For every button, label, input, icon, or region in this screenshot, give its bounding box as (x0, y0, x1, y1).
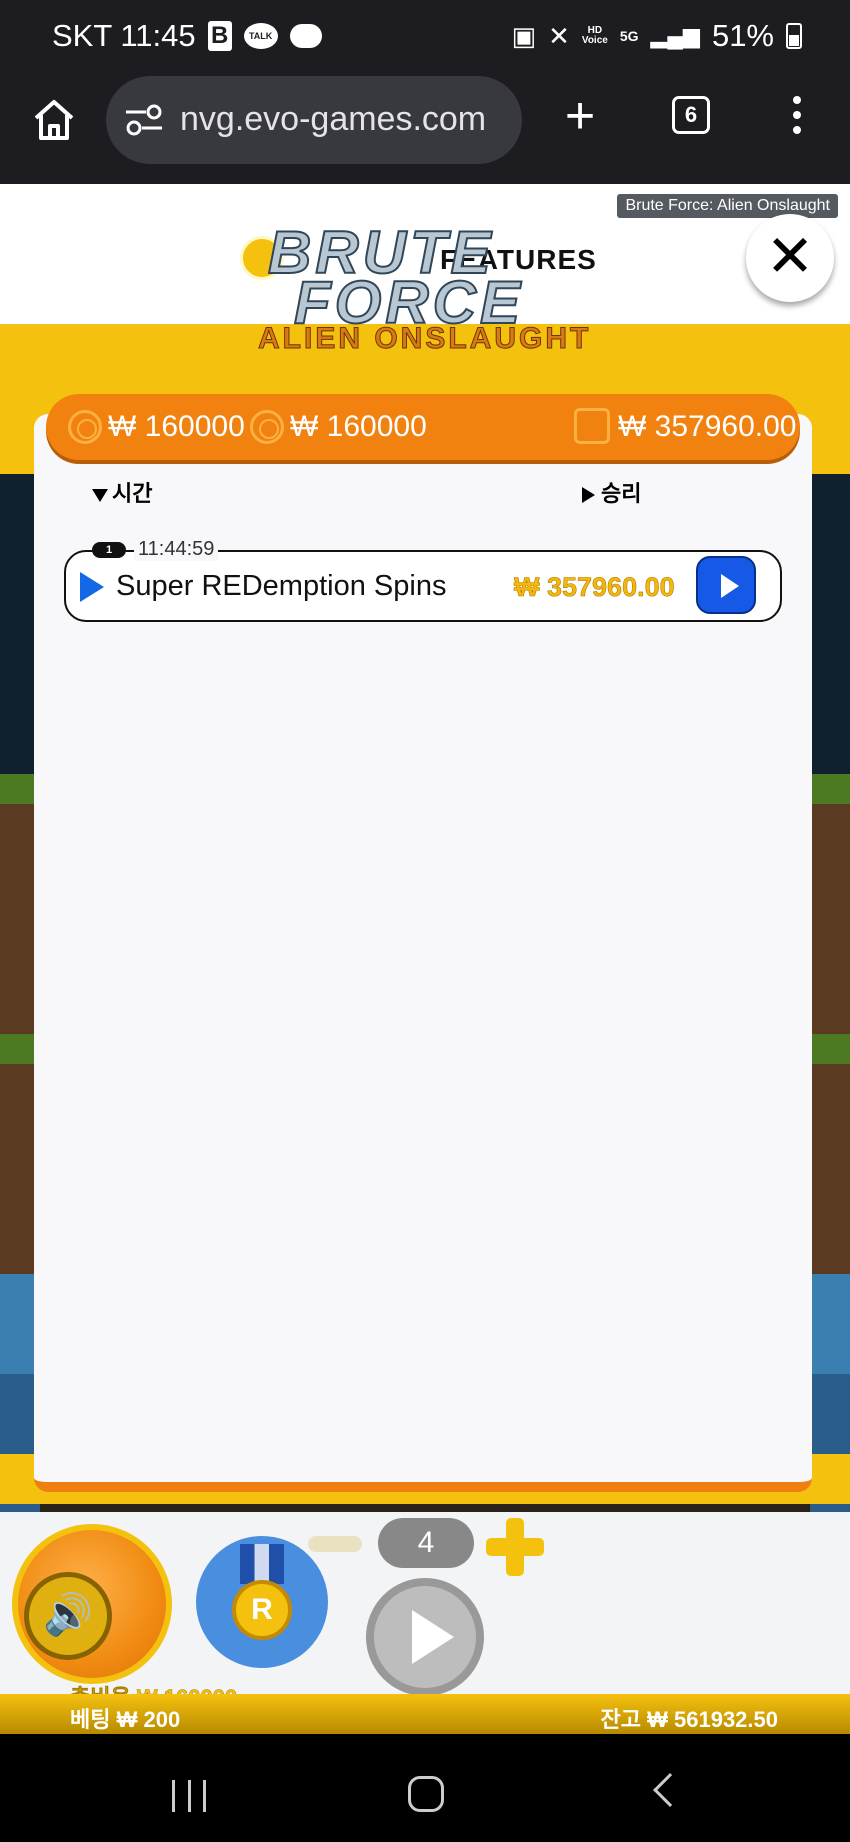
coin-icon (250, 410, 284, 444)
row-index-badge: 1 (92, 542, 126, 558)
browser-toolbar: nvg.evo-games.com + 6 (0, 76, 850, 184)
medal-icon[interactable]: R (196, 1536, 328, 1668)
home-nav-icon[interactable] (408, 1776, 444, 1812)
status-left: SKT 11:45 B TALK (52, 18, 322, 54)
row-win-amount: ₩ 357960.00 (514, 572, 675, 603)
status-bar: SKT 11:45 B TALK ▣ ✕ HD Voice 5G ▂▄▆ 51% (0, 0, 850, 76)
replay-button[interactable] (696, 556, 756, 614)
kakaotalk-icon: TALK (243, 23, 278, 49)
site-settings-icon[interactable] (124, 102, 164, 138)
new-tab-icon[interactable]: + (556, 90, 604, 142)
sim-icon: ▣ (511, 20, 537, 51)
battery-percent: 51% (711, 18, 774, 53)
panel-header: ₩ 160000 ₩ 160000 ₩ 357960.00 (46, 394, 800, 460)
game-controls: 🔊 R 4 총비용 ₩ 160000 (0, 1512, 850, 1710)
coin-icon (68, 410, 102, 444)
speaker-icon[interactable]: 🔊 (24, 1572, 112, 1660)
logo-subtitle: ALIEN ONSLAUGHT (257, 322, 592, 356)
carrier-time: SKT 11:45 (52, 18, 196, 53)
b-app-icon: B (207, 21, 232, 51)
row-time: 11:44:59 (134, 538, 219, 561)
history-panel: ₩ 160000 ₩ 160000 ₩ 357960.00 시간 승리 1 11… (34, 394, 812, 1492)
sort-right-icon (582, 487, 595, 504)
expand-play-icon[interactable] (80, 572, 104, 602)
signal-icon: ▂▄▆ (650, 23, 700, 48)
mute-icon: ✕ (548, 20, 570, 51)
url-text[interactable]: nvg.evo-games.com (180, 100, 486, 139)
game-viewport: Brute Force: Alien Onslaught ✕ FEATURES … (0, 184, 850, 1734)
hd-voice-icon: HD Voice (581, 25, 608, 46)
system-nav-bar (0, 1734, 850, 1842)
balance-amount: 잔고 ₩ 561932.50 (600, 1707, 778, 1732)
row-feature-name: Super REDemption Spins (116, 570, 447, 602)
wallet-icon (574, 408, 610, 444)
increase-button[interactable] (486, 1518, 544, 1576)
network-5g-icon: 5G (619, 28, 639, 44)
header-value-1: ₩ 160000 (108, 410, 245, 443)
url-bar[interactable]: nvg.evo-games.com (106, 76, 522, 164)
medal-coin: R (232, 1580, 292, 1640)
decrease-button[interactable] (308, 1536, 362, 1552)
medal-ribbon (240, 1544, 284, 1584)
sort-down-icon (92, 488, 108, 502)
back-icon[interactable] (653, 1773, 687, 1807)
history-row[interactable]: 1 11:44:59 Super REDemption Spins ₩ 3579… (64, 538, 782, 622)
home-icon[interactable] (30, 96, 78, 144)
more-menu-icon[interactable] (790, 92, 804, 142)
cloud-icon (289, 24, 322, 48)
column-header-time[interactable]: 시간 (92, 476, 152, 508)
header-balance: ₩ 357960.00 (618, 410, 797, 443)
close-button[interactable]: ✕ (746, 214, 834, 302)
column-header-win[interactable]: 승리 (582, 476, 641, 508)
header-value-2: ₩ 160000 (290, 410, 427, 443)
battery-icon (786, 23, 802, 49)
game-logo: FEATURES BRUTE FORCE ALIEN ONSLAUGHT (240, 218, 610, 356)
spin-count: 4 (378, 1518, 474, 1568)
tab-switcher-button[interactable]: 6 (672, 96, 710, 134)
game-title-tooltip: Brute Force: Alien Onslaught (617, 194, 838, 218)
recent-apps-icon[interactable] (172, 1780, 206, 1812)
spin-button[interactable] (366, 1578, 484, 1696)
bet-amount[interactable]: 베팅 ₩ 200 (70, 1702, 180, 1734)
status-right: ▣ ✕ HD Voice 5G ▂▄▆ 51% (512, 18, 802, 54)
bet-bar: 베팅 ₩ 200 잔고 ₩ 561932.50 (0, 1694, 850, 1734)
